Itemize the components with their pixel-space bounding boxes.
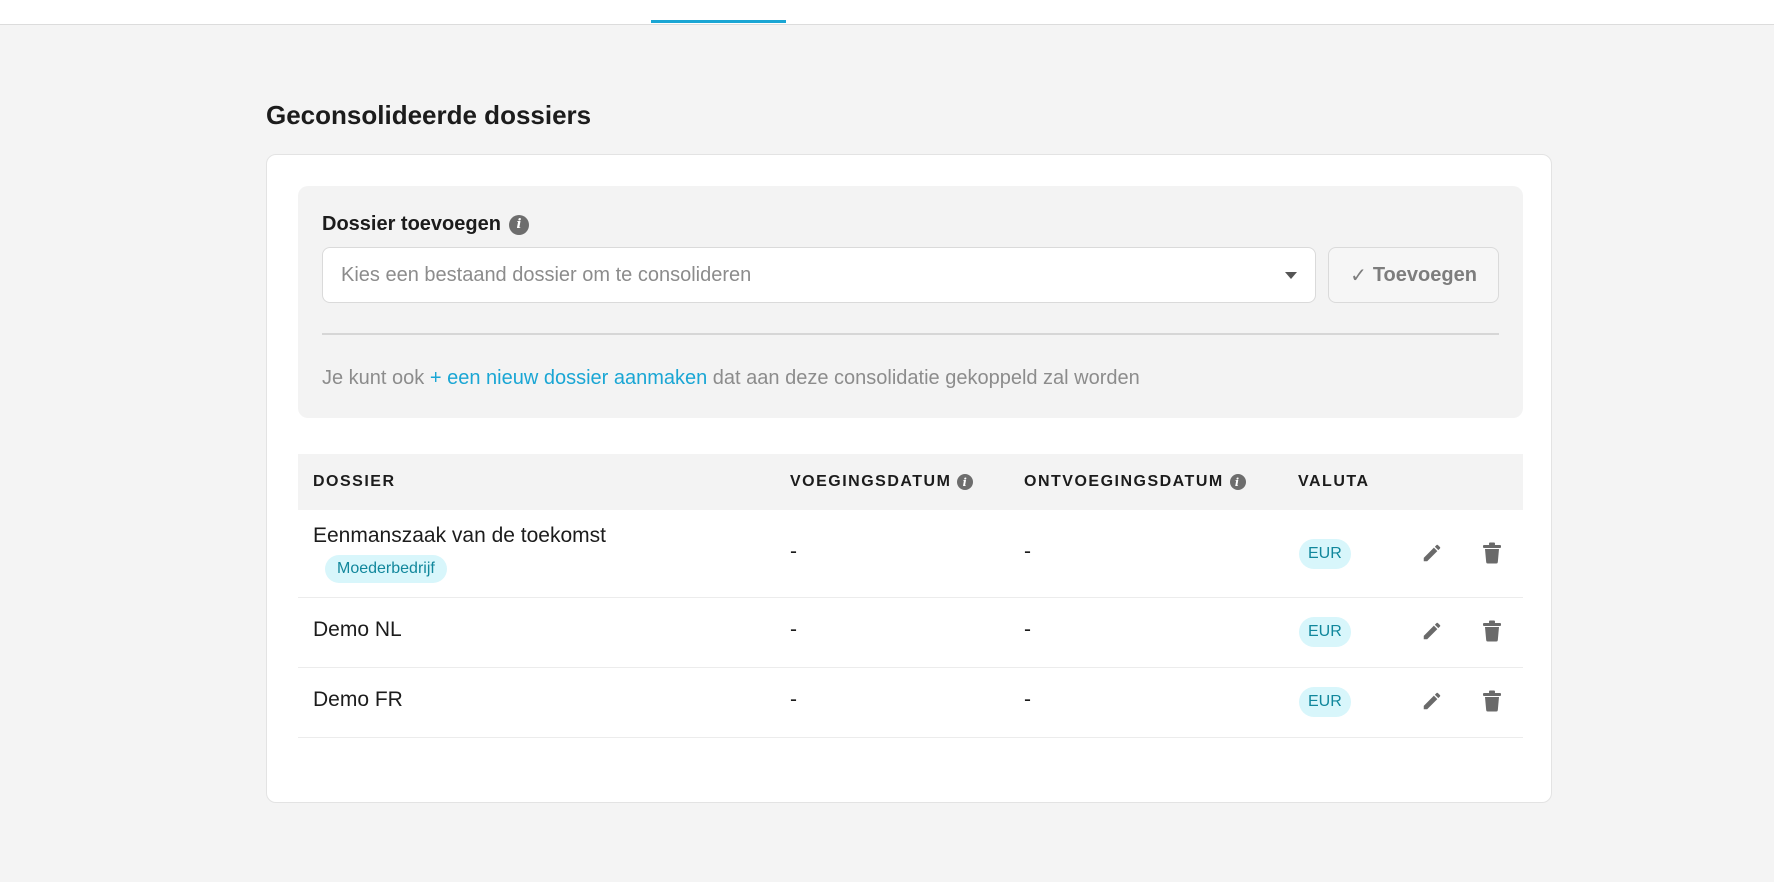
currency-badge: EUR: [1299, 539, 1351, 569]
consolidation-card: Dossier toevoegen i Kies een bestaand do…: [266, 154, 1552, 803]
check-icon: ✓: [1350, 264, 1367, 287]
add-dossier-label: Dossier toevoegen i: [322, 213, 529, 236]
join-date: -: [790, 540, 797, 563]
leave-date: -: [1024, 540, 1031, 563]
column-header-leave-date: ONTVOEGINGSDATUM i: [1024, 454, 1246, 510]
add-button-label: Toevoegen: [1372, 263, 1477, 286]
dossier-name[interactable]: Demo FR: [313, 688, 403, 712]
helper-text-prefix: Je kunt ook: [322, 367, 430, 389]
info-icon[interactable]: i: [508, 214, 529, 235]
info-icon[interactable]: i: [957, 474, 974, 490]
parent-company-badge: Moederbedrijf: [325, 555, 447, 583]
column-header-currency-label: VALUTA: [1298, 473, 1370, 490]
add-button[interactable]: ✓ Toevoegen: [1328, 247, 1499, 303]
dossier-select-placeholder: Kies een bestaand dossier om te consolid…: [341, 263, 752, 286]
helper-text-suffix: dat aan deze consolidatie gekoppeld zal …: [707, 367, 1140, 389]
table-row: Demo NL - - EUR: [298, 598, 1523, 668]
top-navigation-bar: [0, 0, 1774, 25]
active-tab-indicator: [651, 20, 786, 23]
helper-text: Je kunt ook + een nieuw dossier aanmaken…: [322, 367, 1140, 390]
column-header-leave-date-label: ONTVOEGINGSDATUM: [1024, 473, 1224, 490]
leave-date: -: [1024, 618, 1031, 641]
dossier-name[interactable]: Eenmanszaak van de toekomst: [313, 524, 606, 548]
column-header-dossier-label: DOSSIER: [313, 473, 396, 490]
join-date: -: [790, 688, 797, 711]
divider: [322, 333, 1499, 335]
leave-date: -: [1024, 688, 1031, 711]
chevron-down-icon: [1285, 271, 1297, 279]
table-row: Eenmanszaak van de toekomst Moederbedrij…: [298, 510, 1523, 598]
table-row: Demo FR - - EUR: [298, 668, 1523, 738]
trash-icon[interactable]: [1478, 617, 1506, 645]
column-header-dossier: DOSSIER: [313, 454, 396, 510]
trash-icon[interactable]: [1478, 539, 1506, 567]
column-header-join-date-label: VOEGINGSDATUM: [790, 473, 952, 490]
page-title: Geconsolideerde dossiers: [266, 100, 592, 130]
pencil-icon[interactable]: [1418, 687, 1446, 715]
dossier-name[interactable]: Demo NL: [313, 618, 402, 642]
trash-icon[interactable]: [1478, 687, 1506, 715]
add-dossier-panel: Dossier toevoegen i Kies een bestaand do…: [298, 186, 1523, 418]
info-icon[interactable]: i: [1229, 474, 1246, 490]
column-header-join-date: VOEGINGSDATUM i: [790, 454, 974, 510]
dossier-select[interactable]: Kies een bestaand dossier om te consolid…: [322, 247, 1316, 303]
currency-badge: EUR: [1299, 687, 1351, 717]
pencil-icon[interactable]: [1418, 539, 1446, 567]
table-header: DOSSIER VOEGINGSDATUM i ONTVOEGINGSDATUM…: [298, 454, 1523, 510]
create-new-dossier-link[interactable]: + een nieuw dossier aanmaken: [430, 367, 707, 389]
column-header-currency: VALUTA: [1298, 454, 1370, 510]
join-date: -: [790, 618, 797, 641]
pencil-icon[interactable]: [1418, 617, 1446, 645]
add-dossier-label-text: Dossier toevoegen: [322, 213, 501, 235]
dossier-table: DOSSIER VOEGINGSDATUM i ONTVOEGINGSDATUM…: [298, 454, 1523, 738]
currency-badge: EUR: [1299, 617, 1351, 647]
